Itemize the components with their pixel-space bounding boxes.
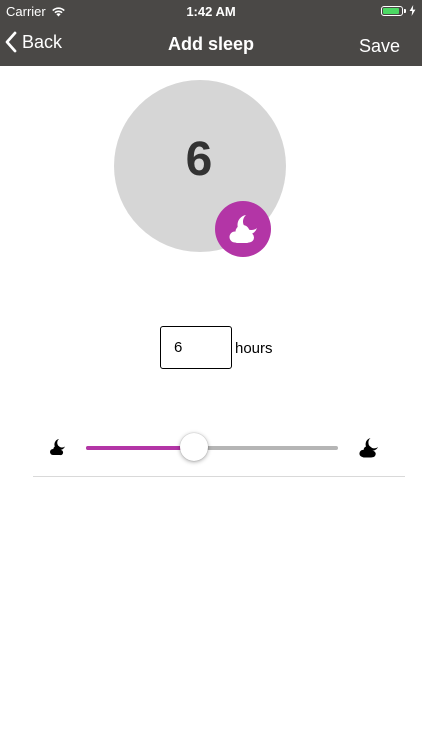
hours-display-value: 6 [185, 132, 213, 186]
hours-slider[interactable] [86, 433, 338, 461]
divider [33, 476, 405, 477]
save-button[interactable]: Save [359, 36, 400, 57]
status-bar: Carrier 1:42 AM [0, 0, 422, 24]
nav-bar: Back Add sleep Save [0, 24, 422, 66]
cloud-moon-large-icon [359, 438, 378, 458]
status-time: 1:42 AM [186, 4, 236, 19]
battery-icon [381, 5, 403, 16]
battery-indicator [381, 5, 416, 16]
cloud-moon-small-icon [50, 439, 65, 456]
hours-input[interactable] [160, 326, 232, 369]
sleep-badge [215, 201, 271, 257]
battery-level [383, 7, 399, 14]
charging-bolt-icon [409, 5, 416, 16]
slider-thumb[interactable] [180, 433, 209, 461]
hours-unit-label: hours [235, 340, 273, 357]
slider-fill [86, 446, 195, 450]
cloud-moon-icon [229, 215, 257, 243]
top-bar: Carrier 1:42 AM Back Add sleep Save [0, 0, 422, 66]
